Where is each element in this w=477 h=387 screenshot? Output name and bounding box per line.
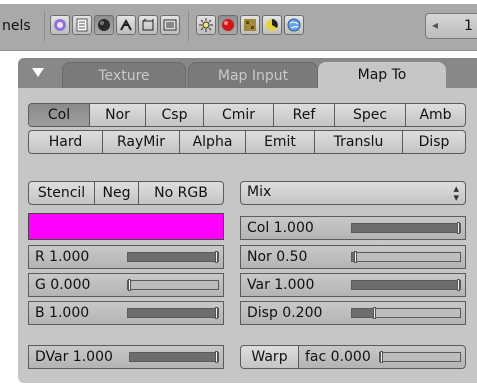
slider-knob[interactable] (380, 351, 383, 363)
slider-track (351, 279, 461, 291)
channel-ref-toggle[interactable]: Ref (273, 103, 335, 127)
r-slider[interactable]: R 1.000 (28, 245, 224, 269)
tab-map-input[interactable]: Map Input (188, 62, 318, 88)
material-ball-icon[interactable] (218, 15, 238, 35)
g-slider[interactable]: G 0.000 (28, 273, 224, 297)
panels-label: nels (2, 18, 31, 34)
channel-alpha-toggle[interactable]: Alpha (179, 130, 246, 154)
channel-disp-toggle[interactable]: Disp (402, 130, 466, 154)
warp-toggle[interactable]: Warp (240, 345, 299, 369)
slider-fill (352, 224, 460, 232)
slider-fill (128, 309, 218, 317)
lamp-icon[interactable] (196, 15, 216, 35)
slider-track (351, 222, 461, 234)
object-data-icon[interactable] (138, 15, 158, 35)
radiation-icon[interactable] (262, 15, 282, 35)
slider-track (351, 251, 461, 263)
blend-mode-select[interactable]: Mix ▴ ▾ (240, 181, 466, 205)
col-factor-label: Col 1.000 (247, 220, 314, 236)
updown-chevron-icon: ▴ ▾ (453, 182, 459, 204)
blend-mode-value: Mix (247, 184, 272, 200)
tab-texture[interactable]: Texture (62, 62, 186, 88)
slider-track (129, 351, 219, 363)
texture-image-icon[interactable] (160, 15, 180, 35)
armature-icon[interactable] (116, 15, 136, 35)
sphere-preview-icon[interactable] (94, 15, 114, 35)
color-swatch[interactable] (28, 213, 224, 240)
var-factor-label: Var 1.000 (247, 277, 315, 293)
no-rgb-toggle[interactable]: No RGB (138, 181, 224, 205)
channel-col-toggle[interactable]: Col (28, 103, 90, 127)
channel-hard-toggle[interactable]: Hard (28, 130, 103, 154)
panel-tabs: Texture Map Input Map To (18, 58, 477, 88)
disp-factor-slider[interactable]: Disp 0.200 (240, 301, 466, 325)
slider-fill (128, 253, 218, 261)
warp-fac-label: fac 0.000 (305, 349, 371, 365)
stencil-toggle[interactable]: Stencil (28, 181, 95, 205)
slider-track (351, 307, 461, 319)
slider-knob[interactable] (354, 251, 358, 263)
slider-fill (352, 309, 374, 317)
texture-icon[interactable] (240, 15, 260, 35)
slider-knob[interactable] (215, 307, 218, 319)
slider-fill (130, 353, 218, 361)
nor-factor-slider[interactable]: Nor 0.50 (240, 245, 466, 269)
slider-knob[interactable] (457, 279, 460, 291)
channel-translu-toggle[interactable]: Translu (314, 130, 403, 154)
slider-track (379, 351, 461, 363)
nor-factor-label: Nor 0.50 (247, 249, 308, 265)
shading-icon[interactable] (50, 15, 70, 35)
channel-amb-toggle[interactable]: Amb (405, 103, 466, 127)
slider-track (127, 251, 219, 263)
slider-fill (352, 281, 460, 289)
channel-emit-toggle[interactable]: Emit (245, 130, 315, 154)
b-slider[interactable]: B 1.000 (28, 301, 224, 325)
disp-factor-label: Disp 0.200 (247, 305, 323, 321)
slider-track (127, 307, 219, 319)
slider-knob[interactable] (215, 251, 218, 263)
header-separator (44, 11, 45, 41)
blender-window: nels ◂ 1 Texture Map Input Map To Col No… (0, 0, 477, 387)
channel-cmir-toggle[interactable]: Cmir (203, 103, 274, 127)
slider-track (127, 279, 219, 291)
var-factor-slider[interactable]: Var 1.000 (240, 273, 466, 297)
tab-map-to[interactable]: Map To (318, 62, 446, 88)
warp-fac-slider[interactable]: fac 0.000 (298, 345, 466, 369)
header-separator (188, 11, 189, 41)
world-icon[interactable] (284, 15, 304, 35)
dvar-slider[interactable]: DVar 1.000 (28, 345, 224, 369)
channel-spec-toggle[interactable]: Spec (334, 103, 406, 127)
r-slider-label: R 1.000 (35, 249, 90, 265)
decrement-arrow-icon[interactable]: ◂ (432, 18, 438, 32)
slider-knob[interactable] (215, 351, 218, 363)
frame-number: 1 (464, 18, 473, 34)
slider-knob[interactable] (373, 307, 376, 319)
channel-nor-toggle[interactable]: Nor (89, 103, 146, 127)
buttons-header: nels ◂ 1 (0, 4, 477, 51)
neg-toggle[interactable]: Neg (94, 181, 139, 205)
b-slider-label: B 1.000 (35, 305, 90, 321)
collapse-triangle-icon[interactable] (32, 68, 44, 77)
dvar-slider-label: DVar 1.000 (35, 349, 113, 365)
slider-knob[interactable] (457, 222, 460, 234)
g-slider-label: G 0.000 (35, 277, 91, 293)
material-list-icon[interactable] (72, 15, 92, 35)
col-factor-slider[interactable]: Col 1.000 (240, 216, 466, 240)
slider-knob[interactable] (128, 279, 131, 291)
channel-csp-toggle[interactable]: Csp (145, 103, 204, 127)
channel-raymir-toggle[interactable]: RayMir (102, 130, 180, 154)
frame-number-field[interactable]: ◂ 1 (425, 13, 477, 39)
